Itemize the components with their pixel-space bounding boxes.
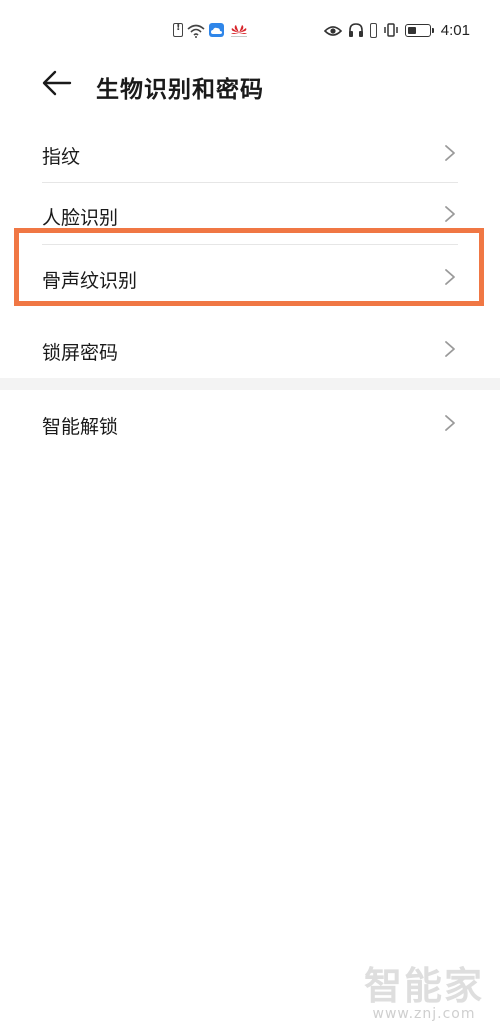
title-bar: 生物识别和密码: [0, 56, 500, 116]
headphones-icon: [348, 22, 364, 38]
huawei-icon: [228, 23, 250, 37]
list-item-label: 锁屏密码: [42, 342, 119, 364]
cloud-icon: [209, 23, 224, 37]
back-button[interactable]: [40, 66, 74, 100]
watermark: 智能家 www.znj.com: [364, 966, 484, 1022]
battery-saver-icon: [369, 22, 377, 38]
list-item-fingerprint[interactable]: 指纹: [0, 122, 500, 184]
eye-icon: [323, 23, 342, 37]
wifi-icon: [187, 23, 205, 38]
chevron-right-icon: [445, 341, 455, 357]
screen-lock-group: 锁屏密码: [0, 318, 500, 380]
sim-alert-icon: [173, 22, 183, 37]
divider: [42, 244, 458, 245]
list-item-label: 人脸识别: [42, 207, 119, 229]
status-right-icons: 4:01: [323, 20, 470, 40]
smart-unlock-group: 智能解锁: [0, 390, 500, 454]
list-item-label: 智能解锁: [42, 416, 119, 438]
back-arrow-icon: [42, 70, 72, 96]
vibrate-icon: [383, 22, 399, 38]
watermark-url: www.znj.com: [372, 1006, 476, 1022]
list-item-smart-unlock[interactable]: 智能解锁: [0, 392, 500, 454]
list-item-face-recognition[interactable]: 人脸识别: [0, 183, 500, 245]
status-time: 4:01: [440, 21, 470, 39]
status-bar: 4:01: [0, 0, 500, 56]
status-left-icons: [173, 21, 250, 39]
page-title: 生物识别和密码: [96, 77, 264, 103]
watermark-title: 智能家: [363, 964, 484, 1008]
battery-icon: [404, 23, 434, 37]
screen: 4:01 生物识别和密码 指纹 人脸识别 骨声纹识别: [0, 0, 500, 1030]
list-item-lock-screen-password[interactable]: 锁屏密码: [0, 318, 500, 380]
biometrics-group: 指纹 人脸识别 骨声纹识别: [0, 118, 500, 318]
chevron-right-icon: [445, 145, 455, 161]
list-item-bone-voiceprint[interactable]: 骨声纹识别: [0, 246, 500, 308]
chevron-right-icon: [445, 269, 455, 285]
chevron-right-icon: [445, 206, 455, 222]
section-gap: [0, 378, 500, 390]
list-item-label: 骨声纹识别: [42, 270, 138, 292]
chevron-right-icon: [445, 415, 455, 431]
list-item-label: 指纹: [42, 146, 81, 168]
